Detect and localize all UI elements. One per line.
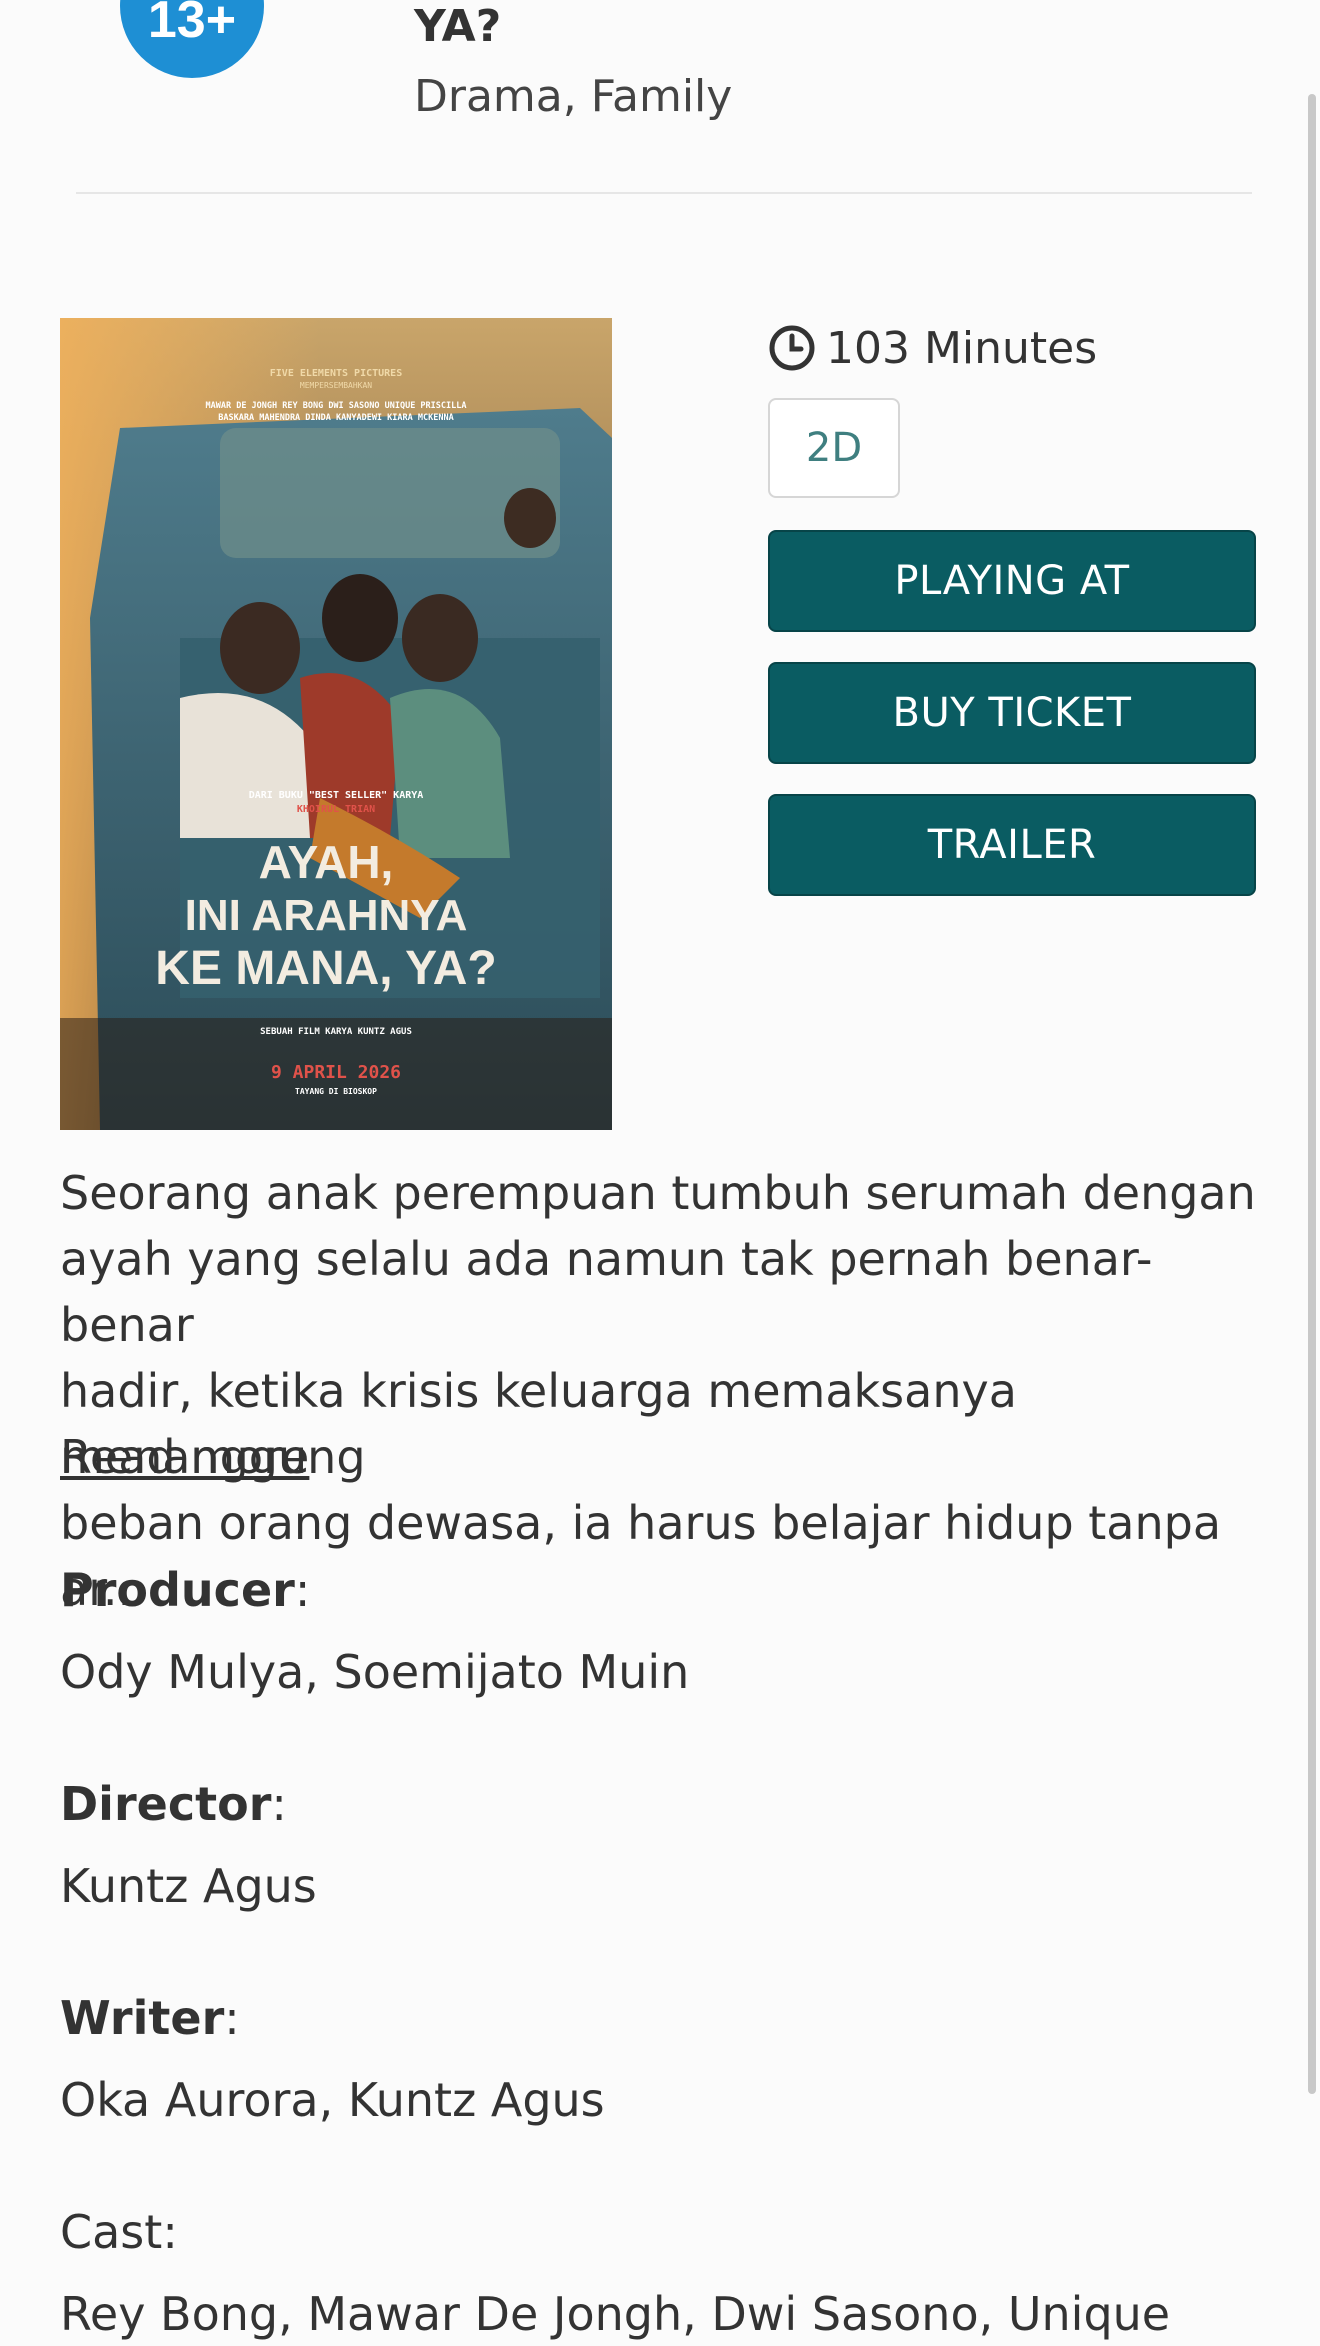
- playing-at-button[interactable]: PLAYING AT: [768, 530, 1256, 632]
- buy-ticket-button[interactable]: BUY TICKET: [768, 662, 1256, 764]
- movie-genres: Drama, Family: [414, 71, 733, 122]
- poster-release-note: TAYANG DI BIOSKOP: [295, 1087, 377, 1096]
- poster-film-by: SEBUAH FILM KARYA KUNTZ AGUS: [260, 1027, 412, 1037]
- movie-title: YA?: [414, 1, 502, 52]
- producer-value: Ody Mulya, Soemijato Muin: [60, 1645, 690, 1699]
- trailer-button[interactable]: TRAILER: [768, 794, 1256, 896]
- synopsis-line: ayah yang selalu ada namun tak pernah be…: [60, 1232, 1153, 1352]
- poster-studio: FIVE ELEMENTS PICTURES: [270, 368, 402, 379]
- poster-book-credit: DARI BUKU "BEST SELLER" KARYA: [249, 790, 424, 801]
- runtime-row: 103 Minutes: [768, 318, 1097, 378]
- poster-title-line2: INI ARAHNYA: [185, 891, 468, 940]
- header-divider: [76, 192, 1252, 194]
- poster-author: KHOIRUL TRIAN: [297, 804, 375, 815]
- poster-cast-line2: BASKARA MAHENDRA DINDA KANYADEWI KIARA M…: [218, 413, 453, 423]
- clock-icon: [768, 324, 816, 372]
- poster-presents: MEMPERSEMBAHKAN: [300, 381, 372, 390]
- scrollbar[interactable]: [1308, 94, 1316, 2094]
- format-text: 2D: [805, 425, 863, 471]
- runtime-text: 103 Minutes: [826, 322, 1098, 374]
- poster-title-line3: KE MANA, YA?: [155, 942, 496, 995]
- producer-label: Producer:: [60, 1563, 311, 1617]
- writer-value: Oka Aurora, Kuntz Agus: [60, 2073, 605, 2127]
- director-value: Kuntz Agus: [60, 1859, 317, 1913]
- cast-label: Cast:: [60, 2205, 178, 2259]
- movie-poster: FIVE ELEMENTS PICTURES MEMPERSEMBAHKAN M…: [60, 318, 612, 1130]
- synopsis: Seorang anak perempuan tumbuh serumah de…: [60, 1160, 1260, 1622]
- poster-release-date: 9 APRIL 2026: [271, 1062, 401, 1083]
- read-more-link[interactable]: Read more: [60, 1424, 309, 1490]
- format-badge: 2D: [768, 398, 900, 498]
- age-rating-badge: 13+: [120, 0, 264, 78]
- writer-label: Writer:: [60, 1991, 240, 2045]
- age-rating-text: 13+: [147, 0, 237, 49]
- cast-value: Rey Bong, Mawar De Jongh, Dwi Sasono, Un…: [60, 2287, 1171, 2341]
- poster-title-line1: AYAH,: [259, 836, 394, 888]
- director-label: Director:: [60, 1777, 287, 1831]
- synopsis-line: Seorang anak perempuan tumbuh serumah de…: [60, 1166, 1256, 1220]
- poster-cast-line1: MAWAR DE JONGH REY BONG DWI SASONO UNIQU…: [206, 401, 467, 411]
